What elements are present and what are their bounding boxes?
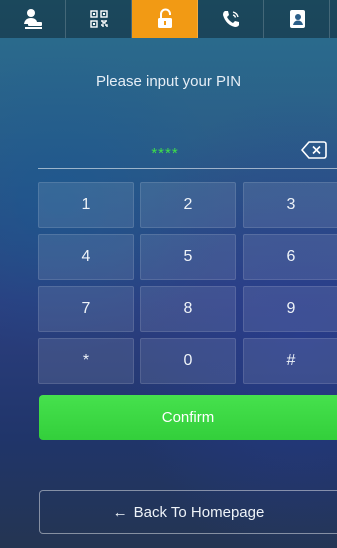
keypad-key-4[interactable]: 4 — [38, 234, 134, 280]
pin-input-display[interactable]: **** — [40, 145, 290, 162]
qr-code-icon — [89, 9, 109, 29]
keypad-key-7[interactable]: 7 — [38, 286, 134, 332]
arrow-left-icon: ← — [112, 503, 128, 521]
pin-prompt: Please input your PIN — [95, 73, 242, 90]
tab-call[interactable] — [198, 0, 264, 38]
keypad-key-8[interactable]: 8 — [140, 286, 236, 332]
unlock-icon — [155, 8, 175, 30]
keypad-key-5[interactable]: 5 — [140, 234, 236, 280]
keypad-key-2[interactable]: 2 — [140, 182, 236, 228]
backspace-button[interactable] — [301, 140, 327, 160]
keypad-key-6[interactable]: 6 — [243, 234, 337, 280]
back-to-homepage-button[interactable]: ← Back To Homepage — [39, 490, 337, 534]
person-desk-icon — [22, 8, 44, 30]
contacts-icon — [287, 8, 307, 30]
pin-entry-screen: Please input your PIN **** 1 2 3 4 5 6 7… — [0, 0, 337, 548]
tab-contacts[interactable] — [264, 0, 330, 38]
top-tab-bar — [0, 0, 337, 38]
tab-qr-code[interactable] — [66, 0, 132, 38]
keypad-key-hash[interactable]: # — [243, 338, 337, 384]
keypad-key-3[interactable]: 3 — [243, 182, 337, 228]
keypad-key-star[interactable]: * — [38, 338, 134, 384]
tab-unlock[interactable] — [132, 0, 198, 38]
phone-call-icon — [220, 8, 242, 30]
keypad-key-0[interactable]: 0 — [140, 338, 236, 384]
back-to-homepage-label: Back To Homepage — [133, 503, 265, 521]
backspace-icon — [301, 141, 327, 164]
keypad-key-9[interactable]: 9 — [243, 286, 337, 332]
keypad-key-1[interactable]: 1 — [38, 182, 134, 228]
confirm-button[interactable]: Confirm — [39, 395, 337, 440]
pin-underline — [38, 168, 337, 169]
tab-user[interactable] — [0, 0, 66, 38]
